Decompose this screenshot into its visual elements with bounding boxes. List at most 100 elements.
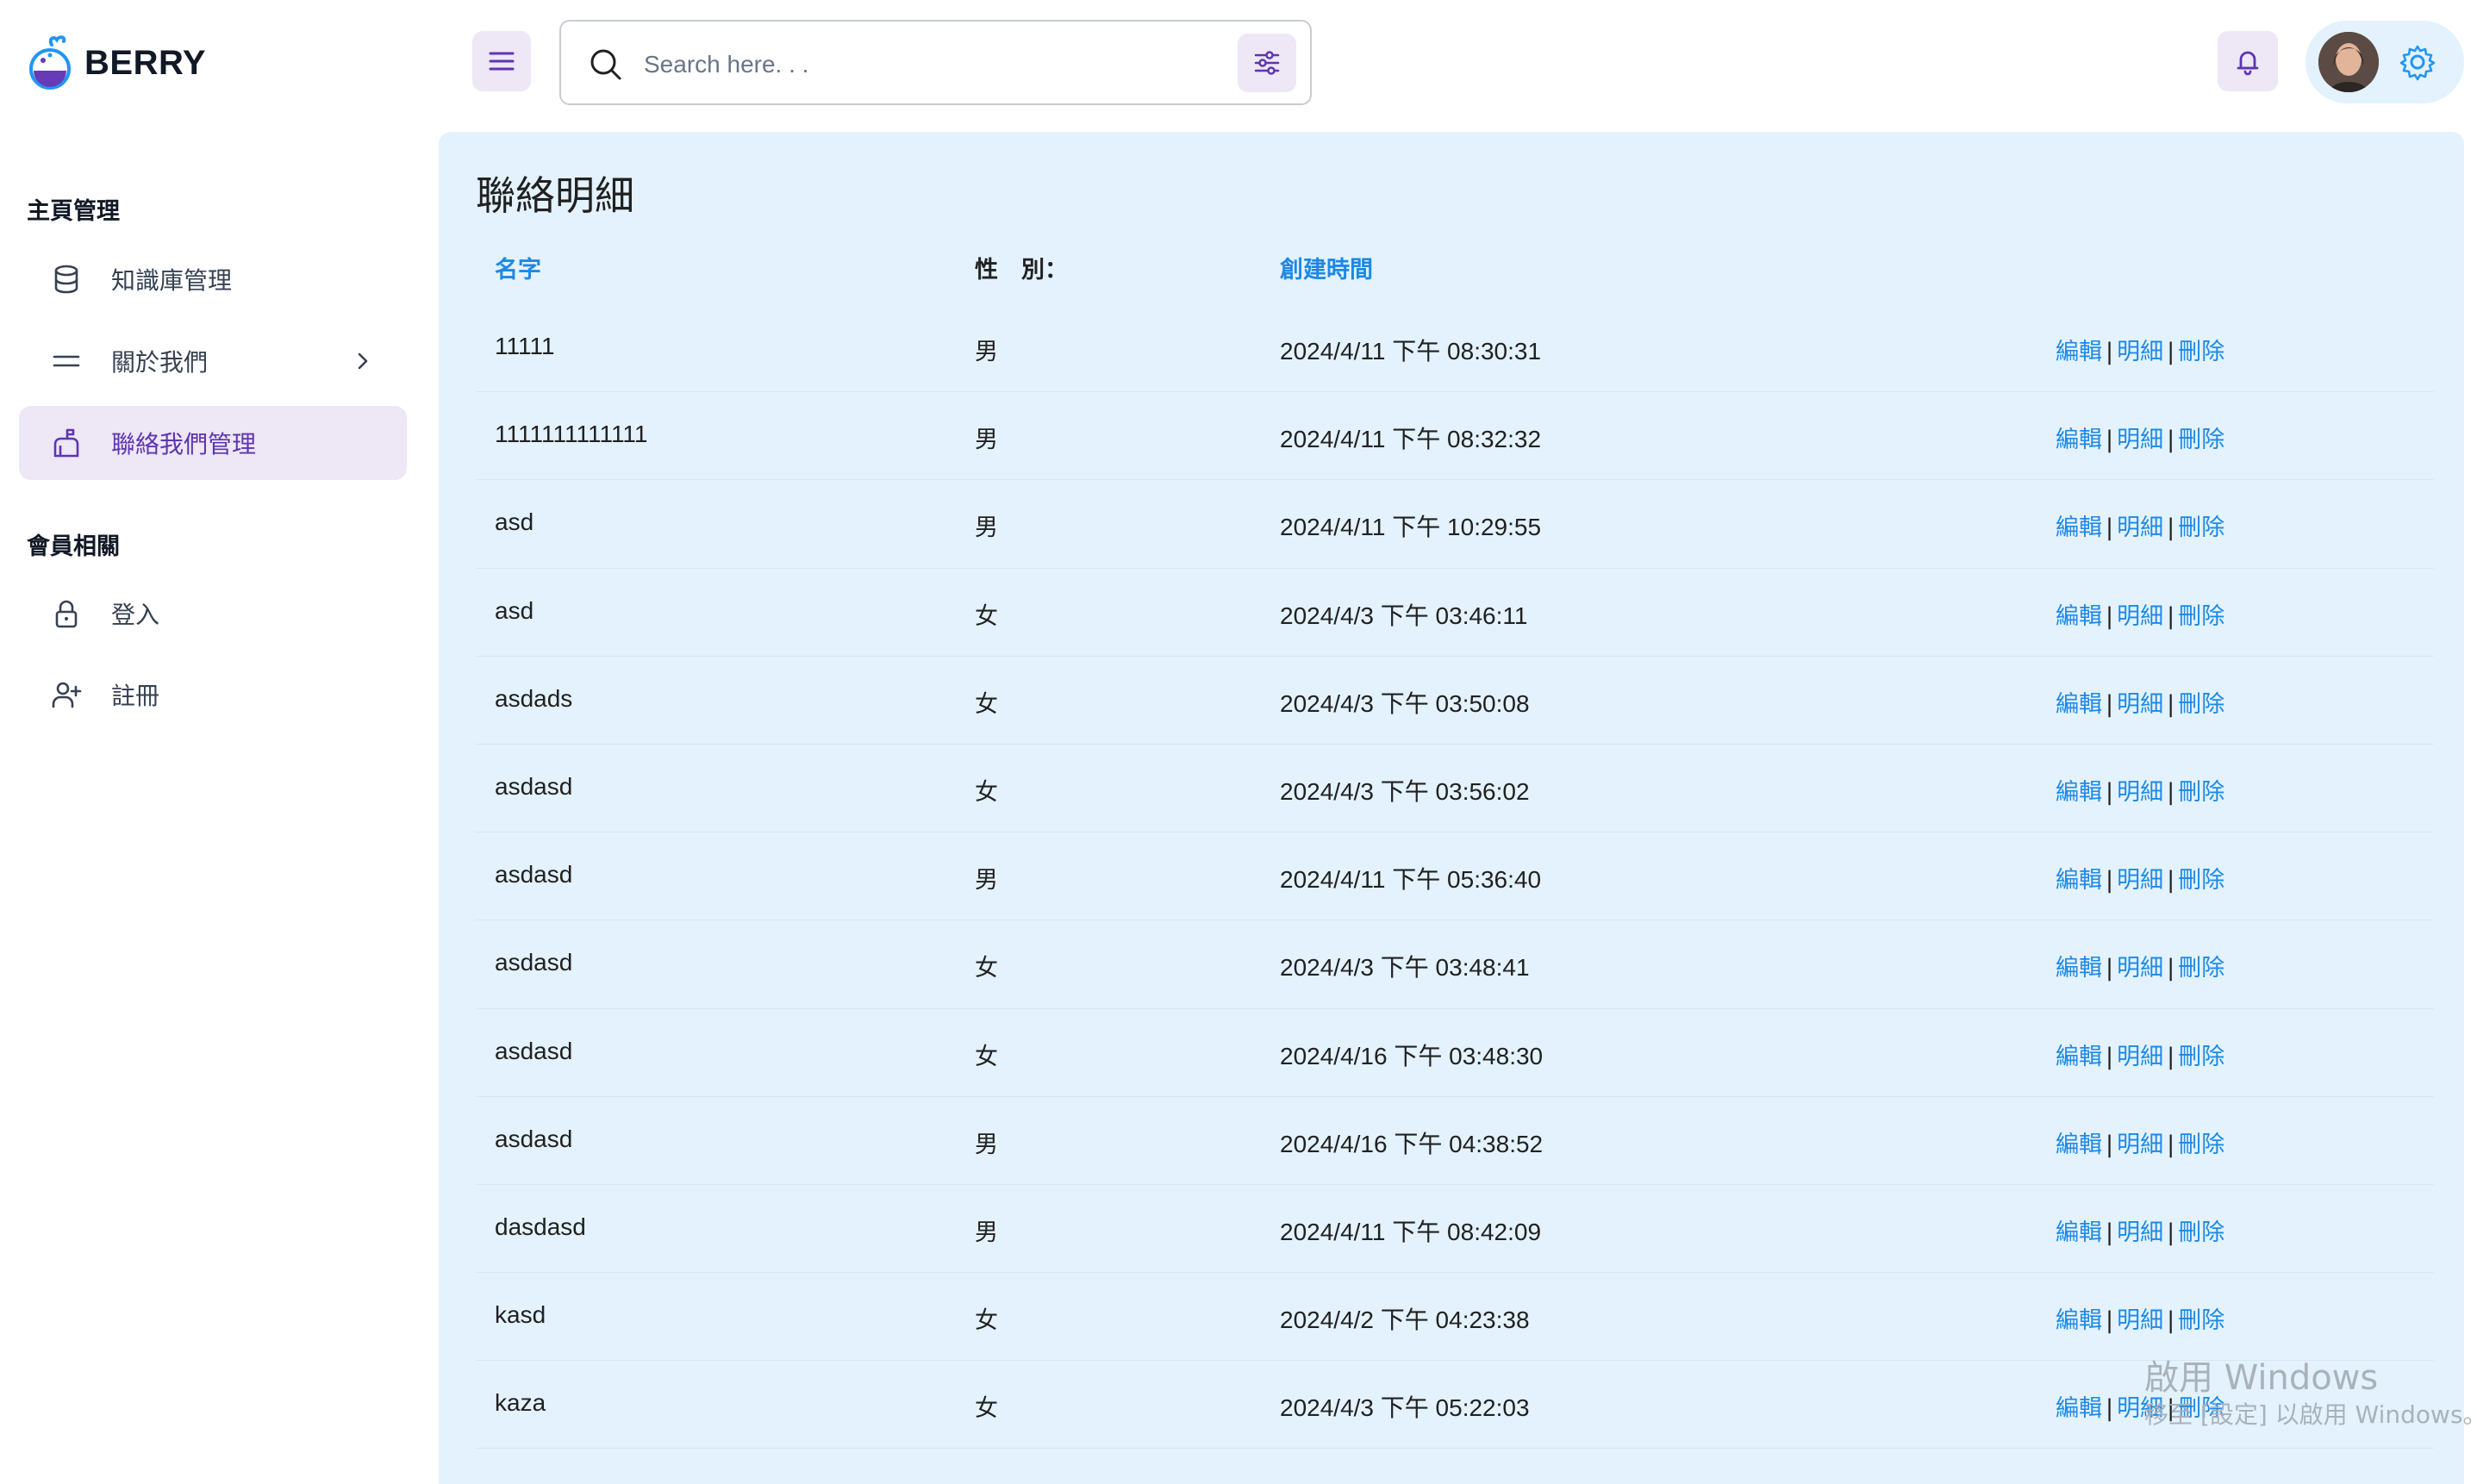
column-header-created[interactable]: 創建時間: [1280, 251, 1373, 284]
app-root: BERRY Search here. . . 主頁管理 知識庫管理 關於我們 聯…: [0, 0, 2477, 1484]
cell-name: kaza: [495, 1389, 546, 1417]
detail-link[interactable]: 明細: [2117, 339, 2163, 365]
detail-link[interactable]: 明細: [2117, 955, 2163, 982]
action-separator: |: [2167, 339, 2175, 365]
cell-gender: 女: [975, 690, 998, 718]
detail-link[interactable]: 明細: [2117, 867, 2163, 894]
sidebar-item-contact-management[interactable]: 聯絡我們管理: [19, 406, 407, 480]
lock-icon: [55, 600, 78, 628]
table-row: asdasd 男 2024/4/11 下午 05:36:40 編輯 | 明細 | 刪除: [476, 832, 2434, 921]
table-row: asdasd 男 2024/4/16 下午 04:38:52 編輯 | 明細 | 刪除: [476, 1097, 2434, 1185]
table-row: asdasd 女 2024/4/3 下午 03:48:41 編輯 | 明細 | 刪除: [476, 920, 2434, 1009]
gear-icon[interactable]: [2397, 41, 2438, 83]
contacts-table: 名字 性 別： 創建時間 11111 男 2024/4/11 下午 08:30:31…: [476, 227, 2434, 1450]
logo[interactable]: BERRY: [26, 33, 206, 93]
table-row: asdasd 女 2024/4/3 下午 03:56:02 編輯 | 明細 | 刪除: [476, 745, 2434, 833]
berry-logo-icon: [29, 35, 71, 90]
table-row: kasd 女 2024/4/2 下午 04:23:38 編輯 | 明細 | 刪除: [476, 1273, 2434, 1362]
delete-link[interactable]: 刪除: [2178, 1219, 2224, 1246]
table-row: kaza 女 2024/4/3 下午 05:22:03 編輯 | 明細 | 刪除: [476, 1361, 2434, 1450]
action-separator: |: [2167, 1043, 2175, 1070]
brand-name: BERRY: [84, 43, 207, 82]
delete-link[interactable]: 刪除: [2178, 1132, 2224, 1158]
profile-menu-button[interactable]: [2305, 21, 2464, 103]
edit-link[interactable]: 編輯: [2056, 1307, 2102, 1334]
user-plus-icon: [52, 682, 82, 708]
action-separator: |: [2167, 427, 2175, 454]
cell-gender: 女: [975, 778, 998, 806]
cell-gender: 女: [975, 1043, 998, 1070]
edit-link[interactable]: 編輯: [2056, 427, 2102, 453]
delete-link[interactable]: 刪除: [2178, 1307, 2224, 1334]
sidebar-item-register[interactable]: 註冊: [19, 658, 407, 732]
sidebar-item-label: 關於我們: [111, 348, 209, 377]
edit-link[interactable]: 編輯: [2056, 1132, 2102, 1158]
sidebar-item-about-us[interactable]: 關於我們: [19, 324, 407, 398]
action-separator: |: [2106, 514, 2114, 542]
edit-link[interactable]: 編輯: [2056, 867, 2102, 894]
cell-gender: 男: [975, 514, 998, 542]
detail-link[interactable]: 明細: [2117, 514, 2163, 541]
database-icon: [54, 265, 78, 294]
menu-toggle-button[interactable]: [472, 31, 531, 91]
detail-link[interactable]: 明細: [2117, 1132, 2163, 1158]
edit-link[interactable]: 編輯: [2056, 603, 2102, 630]
cell-created: 2024/4/16 下午 04:38:52: [1280, 1130, 1544, 1157]
sidebar-item-label: 註冊: [111, 682, 160, 710]
detail-link[interactable]: 明細: [2117, 1307, 2163, 1334]
detail-link[interactable]: 明細: [2117, 1219, 2163, 1246]
edit-link[interactable]: 編輯: [2056, 1395, 2102, 1422]
windows-activation-title: 啟用 Windows: [2144, 1358, 2379, 1398]
delete-link[interactable]: 刪除: [2178, 779, 2224, 806]
delete-link[interactable]: 刪除: [2178, 603, 2224, 630]
detail-link[interactable]: 明細: [2117, 779, 2163, 806]
edit-link[interactable]: 編輯: [2056, 779, 2102, 806]
delete-link[interactable]: 刪除: [2178, 955, 2224, 982]
table-body: 11111 男 2024/4/11 下午 08:30:31 編輯 | 明細 | 刪除 11111…: [476, 304, 2434, 1450]
cell-name: 11111: [495, 333, 555, 359]
action-separator: |: [2106, 867, 2114, 895]
page-title: 聯絡明細: [476, 172, 634, 219]
table-header: 名字 性 別： 創建時間: [476, 227, 2434, 304]
detail-link[interactable]: 明細: [2117, 691, 2163, 718]
action-separator: |: [2167, 1307, 2175, 1335]
delete-link[interactable]: 刪除: [2178, 867, 2224, 894]
cell-name: asd: [495, 508, 534, 536]
delete-link[interactable]: 刪除: [2178, 514, 2224, 541]
delete-link[interactable]: 刪除: [2178, 339, 2224, 365]
row-actions: 編輯 | 明細 | 刪除: [2056, 861, 2224, 895]
hamburger-icon: [489, 52, 515, 71]
action-separator: |: [2167, 867, 2175, 895]
table-row: asd 男 2024/4/11 下午 10:29:55 編輯 | 明細 | 刪除: [476, 480, 2434, 569]
notifications-button[interactable]: [2218, 31, 2278, 91]
search-input[interactable]: Search here. . .: [559, 20, 1312, 105]
sidebar-item-login[interactable]: 登入: [19, 577, 407, 651]
delete-link[interactable]: 刪除: [2178, 1044, 2224, 1070]
search-placeholder: Search here. . .: [644, 51, 809, 78]
search-filter-button[interactable]: [1238, 34, 1296, 92]
column-header-name[interactable]: 名字: [495, 251, 541, 284]
delete-link[interactable]: 刪除: [2178, 691, 2224, 718]
edit-link[interactable]: 編輯: [2056, 1219, 2102, 1246]
detail-link[interactable]: 明細: [2117, 1044, 2163, 1070]
edit-link[interactable]: 編輯: [2056, 691, 2102, 718]
edit-link[interactable]: 編輯: [2056, 955, 2102, 982]
sidebar-item-knowledge-base[interactable]: 知識庫管理: [19, 242, 407, 316]
edit-link[interactable]: 編輯: [2056, 339, 2102, 365]
cell-name: asdasd: [495, 1037, 573, 1064]
cell-name: asdasd: [495, 861, 573, 889]
edit-link[interactable]: 編輯: [2056, 1044, 2102, 1070]
detail-link[interactable]: 明細: [2117, 603, 2163, 630]
sidebar: 主頁管理 知識庫管理 關於我們 聯絡我們管理 會員相關 登入 註冊: [0, 129, 431, 1484]
detail-link[interactable]: 明細: [2117, 427, 2163, 453]
action-separator: |: [2106, 690, 2114, 718]
column-header-gender: 性 別：: [975, 257, 1068, 284]
avatar[interactable]: [2318, 32, 2379, 92]
cell-created: 2024/4/3 下午 03:56:02: [1280, 777, 1530, 805]
edit-link[interactable]: 編輯: [2056, 514, 2102, 541]
action-separator: |: [2106, 1219, 2114, 1246]
action-separator: |: [2167, 955, 2175, 982]
delete-link[interactable]: 刪除: [2178, 427, 2224, 453]
action-separator: |: [2106, 427, 2114, 454]
cell-name: kasd: [495, 1301, 546, 1329]
